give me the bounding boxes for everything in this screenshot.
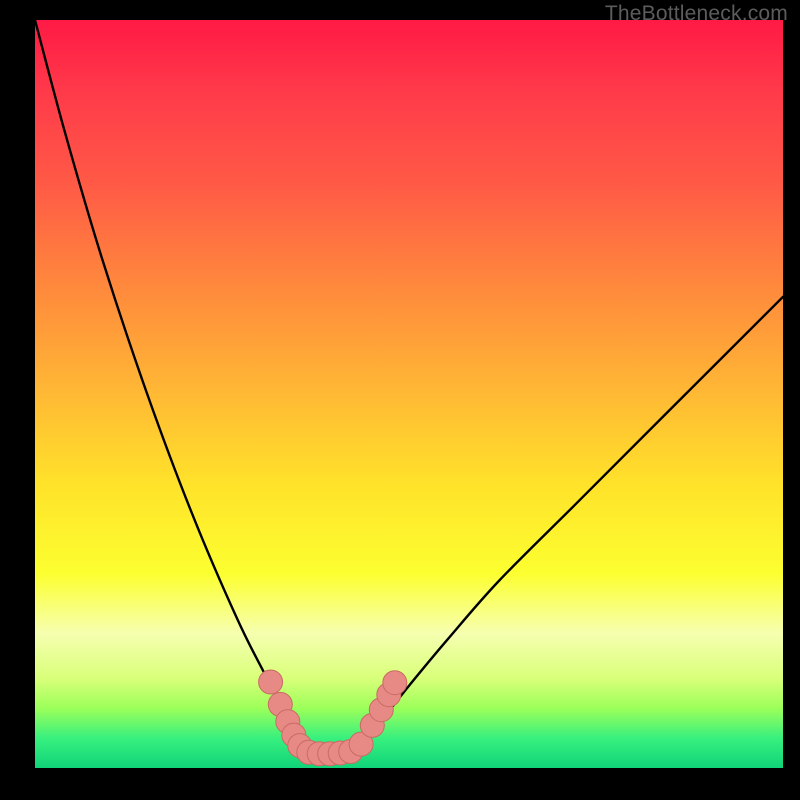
highlight-marker <box>259 670 283 694</box>
highlight-marker <box>383 671 407 695</box>
chart-stage: TheBottleneck.com <box>0 0 800 800</box>
bottleneck-curve <box>35 20 783 753</box>
plot-area <box>35 20 783 768</box>
highlight-markers <box>259 670 407 766</box>
curve-svg <box>35 20 783 768</box>
